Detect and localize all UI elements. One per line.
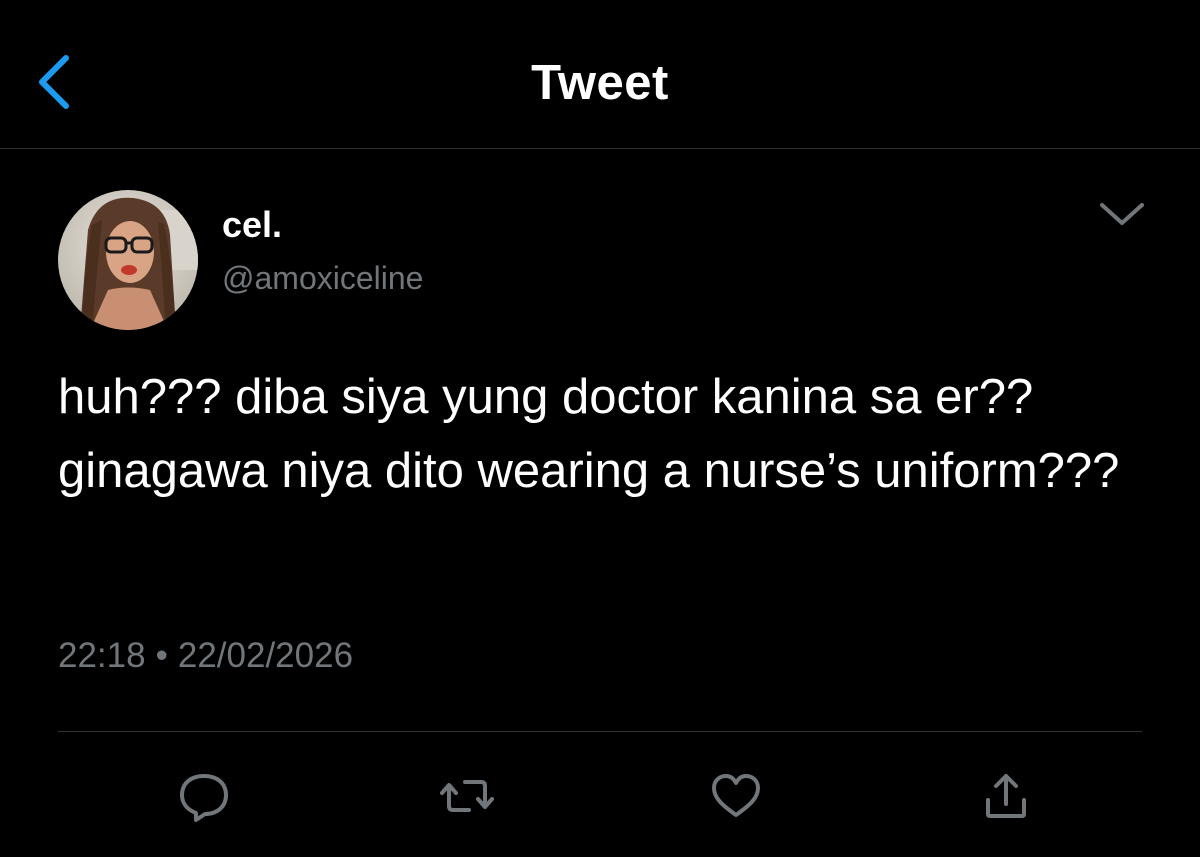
author-display-name[interactable]: cel. bbox=[222, 204, 282, 246]
author-handle[interactable]: @amoxiceline bbox=[222, 260, 423, 297]
share-icon bbox=[986, 774, 1026, 818]
chevron-down-icon bbox=[1100, 203, 1144, 225]
tweet-date: 22/02/2026 bbox=[177, 636, 354, 675]
retweet-button[interactable] bbox=[439, 768, 495, 824]
reply-button[interactable] bbox=[176, 768, 232, 824]
retweet-icon bbox=[440, 780, 494, 812]
profile-photo bbox=[58, 190, 198, 330]
heart-icon bbox=[712, 774, 760, 817]
page-title: Tweet bbox=[531, 56, 669, 110]
like-button[interactable] bbox=[708, 768, 764, 824]
separator-dot: • bbox=[155, 636, 168, 675]
tweet-text: huh??? diba siya yung doctor kanina sa e… bbox=[58, 370, 1120, 498]
share-button[interactable] bbox=[978, 768, 1034, 824]
more-options-button[interactable] bbox=[1096, 195, 1148, 233]
tweet-timestamp[interactable]: 22:18 • 22/02/2026 bbox=[58, 636, 353, 676]
tweet-time: 22:18 bbox=[58, 636, 146, 675]
reply-bubble-icon bbox=[180, 774, 228, 822]
avatar[interactable] bbox=[58, 190, 198, 330]
top-bar: Tweet bbox=[0, 0, 1200, 149]
divider bbox=[58, 731, 1142, 732]
